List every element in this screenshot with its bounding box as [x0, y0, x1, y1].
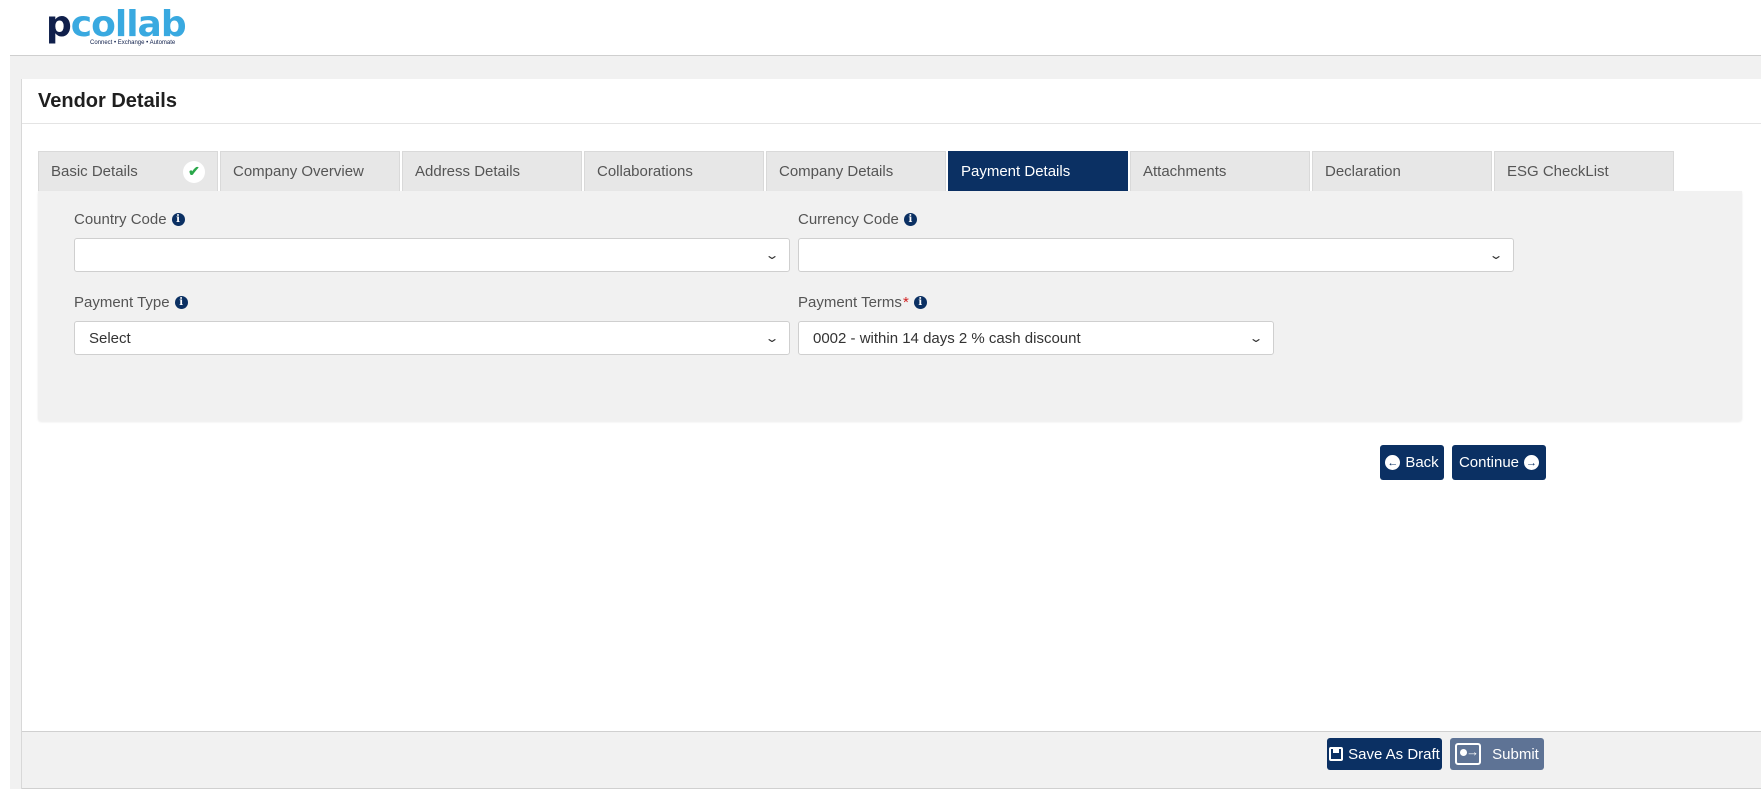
tab-payment-details[interactable]: Payment Details	[948, 151, 1128, 191]
top-bar: pcollab Connect • Exchange • Automate	[10, 0, 1761, 56]
page-shell: Vendor Details Basic Details ✔ Company O…	[10, 56, 1761, 789]
vendor-details-card: Vendor Details Basic Details ✔ Company O…	[21, 79, 1761, 789]
tab-address-details[interactable]: Address Details	[402, 151, 582, 191]
chevron-down-icon: ⌄	[764, 331, 780, 345]
page-title: Vendor Details	[38, 90, 177, 112]
select-value: 0002 - within 14 days 2 % cash discount	[813, 329, 1081, 347]
checkmark-icon: ✔	[183, 160, 205, 183]
tab-label: ESG CheckList	[1507, 163, 1609, 180]
tab-company-details[interactable]: Company Details	[766, 151, 946, 191]
payment-details-panel: Country Code i ⌄ Currency Code i ⌄ Payme…	[38, 191, 1742, 421]
country-code-field: Country Code i ⌄	[74, 209, 790, 272]
currency-code-label: Currency Code i	[798, 209, 1514, 229]
pcollab-logo[interactable]: pcollab Connect • Exchange • Automate	[38, 4, 188, 50]
tab-label: Company Overview	[233, 163, 364, 180]
back-button[interactable]: ← Back	[1380, 445, 1444, 480]
tab-label: Payment Details	[961, 163, 1071, 180]
country-code-label: Country Code i	[74, 209, 790, 229]
info-icon[interactable]: i	[903, 212, 917, 226]
user-submit-icon	[1455, 743, 1482, 765]
tab-label: Collaborations	[597, 163, 693, 180]
currency-code-field: Currency Code i ⌄	[798, 209, 1514, 272]
required-asterisk: *	[902, 293, 909, 311]
currency-code-select[interactable]: ⌄	[798, 238, 1514, 272]
payment-type-select[interactable]: Select ⌄	[74, 321, 790, 355]
tab-label: Company Details	[779, 163, 894, 180]
tab-attachments[interactable]: Attachments	[1130, 151, 1310, 191]
tab-esg-checklist[interactable]: ESG CheckList	[1494, 151, 1674, 191]
tab-declaration[interactable]: Declaration	[1312, 151, 1492, 191]
payment-type-label: Payment Type i	[74, 292, 790, 312]
card-header: Vendor Details	[22, 79, 1761, 124]
payment-terms-field: Payment Terms * i 0002 - within 14 days …	[798, 292, 1274, 355]
payment-terms-label: Payment Terms * i	[798, 292, 1274, 312]
select-value: Select	[89, 329, 131, 347]
chevron-down-icon: ⌄	[1488, 248, 1504, 262]
logo-tagline: Connect • Exchange • Automate	[90, 40, 176, 46]
tab-label: Declaration	[1325, 163, 1401, 180]
tab-basic-details[interactable]: Basic Details ✔	[38, 151, 218, 191]
tab-label: Basic Details	[51, 163, 138, 180]
info-icon[interactable]: i	[174, 295, 188, 309]
arrow-left-circle-icon: ←	[1385, 455, 1401, 470]
arrow-right-circle-icon: →	[1524, 455, 1540, 470]
tab-label: Attachments	[1143, 163, 1227, 180]
payment-type-field: Payment Type i Select ⌄	[74, 292, 790, 355]
chevron-down-icon: ⌄	[1248, 331, 1264, 345]
footer-bar: Save As Draft Submit	[22, 731, 1761, 789]
info-icon[interactable]: i	[913, 295, 927, 309]
chevron-down-icon: ⌄	[764, 248, 780, 262]
tab-collaborations[interactable]: Collaborations	[584, 151, 764, 191]
info-icon[interactable]: i	[171, 212, 185, 226]
step-tabs: Basic Details ✔ Company Overview Address…	[38, 151, 1674, 191]
tab-label: Address Details	[415, 163, 521, 180]
submit-button[interactable]: Submit	[1450, 738, 1544, 770]
save-icon	[1329, 747, 1344, 761]
payment-terms-select[interactable]: 0002 - within 14 days 2 % cash discount …	[798, 321, 1274, 355]
continue-button[interactable]: Continue →	[1452, 445, 1546, 480]
tab-company-overview[interactable]: Company Overview	[220, 151, 400, 191]
country-code-select[interactable]: ⌄	[74, 238, 790, 272]
save-as-draft-button[interactable]: Save As Draft	[1327, 738, 1442, 770]
